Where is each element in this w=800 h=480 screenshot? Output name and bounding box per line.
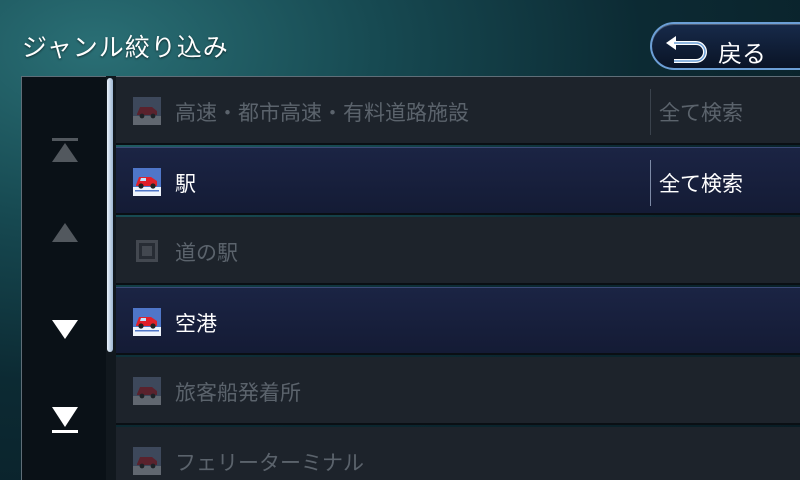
scroll-down-icon	[52, 320, 78, 339]
scroll-nav-column	[21, 76, 106, 480]
list-item-label: 旅客船発着所	[175, 381, 301, 405]
divider	[650, 160, 651, 206]
scrollbar-thumb[interactable]	[107, 78, 113, 352]
car-category-icon	[133, 97, 161, 125]
list-item-label: フェリーターミナル	[175, 451, 364, 475]
list-item-label: 駅	[175, 172, 196, 196]
michi-no-eki-icon	[136, 240, 158, 262]
scroll-to-top-icon	[52, 138, 78, 162]
list-item-highway[interactable]: 高速・都市高速・有料道路施設 全て検索	[116, 77, 800, 145]
scroll-to-bottom-button[interactable]	[22, 389, 107, 449]
scroll-up-button[interactable]	[22, 202, 107, 262]
list-item-ferry-terminal[interactable]: フェリーターミナル	[116, 427, 800, 480]
list-item-label: 高速・都市高速・有料道路施設	[175, 101, 469, 125]
search-all-button[interactable]: 全て検索	[659, 168, 743, 198]
list-item-passenger-port[interactable]: 旅客船発着所	[116, 357, 800, 425]
car-category-icon	[133, 308, 161, 336]
scroll-up-icon	[52, 223, 78, 242]
list-item-label: 道の駅	[175, 241, 238, 265]
genre-list: 高速・都市高速・有料道路施設 全て検索 駅 全て検索 道の駅 空港 旅客船発着所…	[116, 76, 800, 480]
search-all-button[interactable]: 全て検索	[659, 97, 743, 127]
divider	[650, 89, 651, 135]
list-item-station[interactable]: 駅 全て検索	[116, 147, 800, 215]
back-button-label: 戻る	[718, 40, 766, 68]
car-category-icon	[133, 377, 161, 405]
scroll-to-top-button[interactable]	[22, 121, 107, 181]
car-category-icon	[133, 168, 161, 196]
back-button[interactable]: 戻る	[650, 22, 800, 70]
scrollbar-track[interactable]	[106, 76, 116, 480]
list-item-michi-no-eki[interactable]: 道の駅	[116, 217, 800, 285]
list-item-airport[interactable]: 空港	[116, 287, 800, 355]
scroll-down-button[interactable]	[22, 299, 107, 359]
scroll-to-bottom-icon	[52, 407, 78, 433]
back-arrow-icon	[666, 36, 707, 63]
list-item-label: 空港	[175, 312, 217, 336]
page-title: ジャンル絞り込み	[22, 33, 229, 62]
car-category-icon	[133, 447, 161, 475]
